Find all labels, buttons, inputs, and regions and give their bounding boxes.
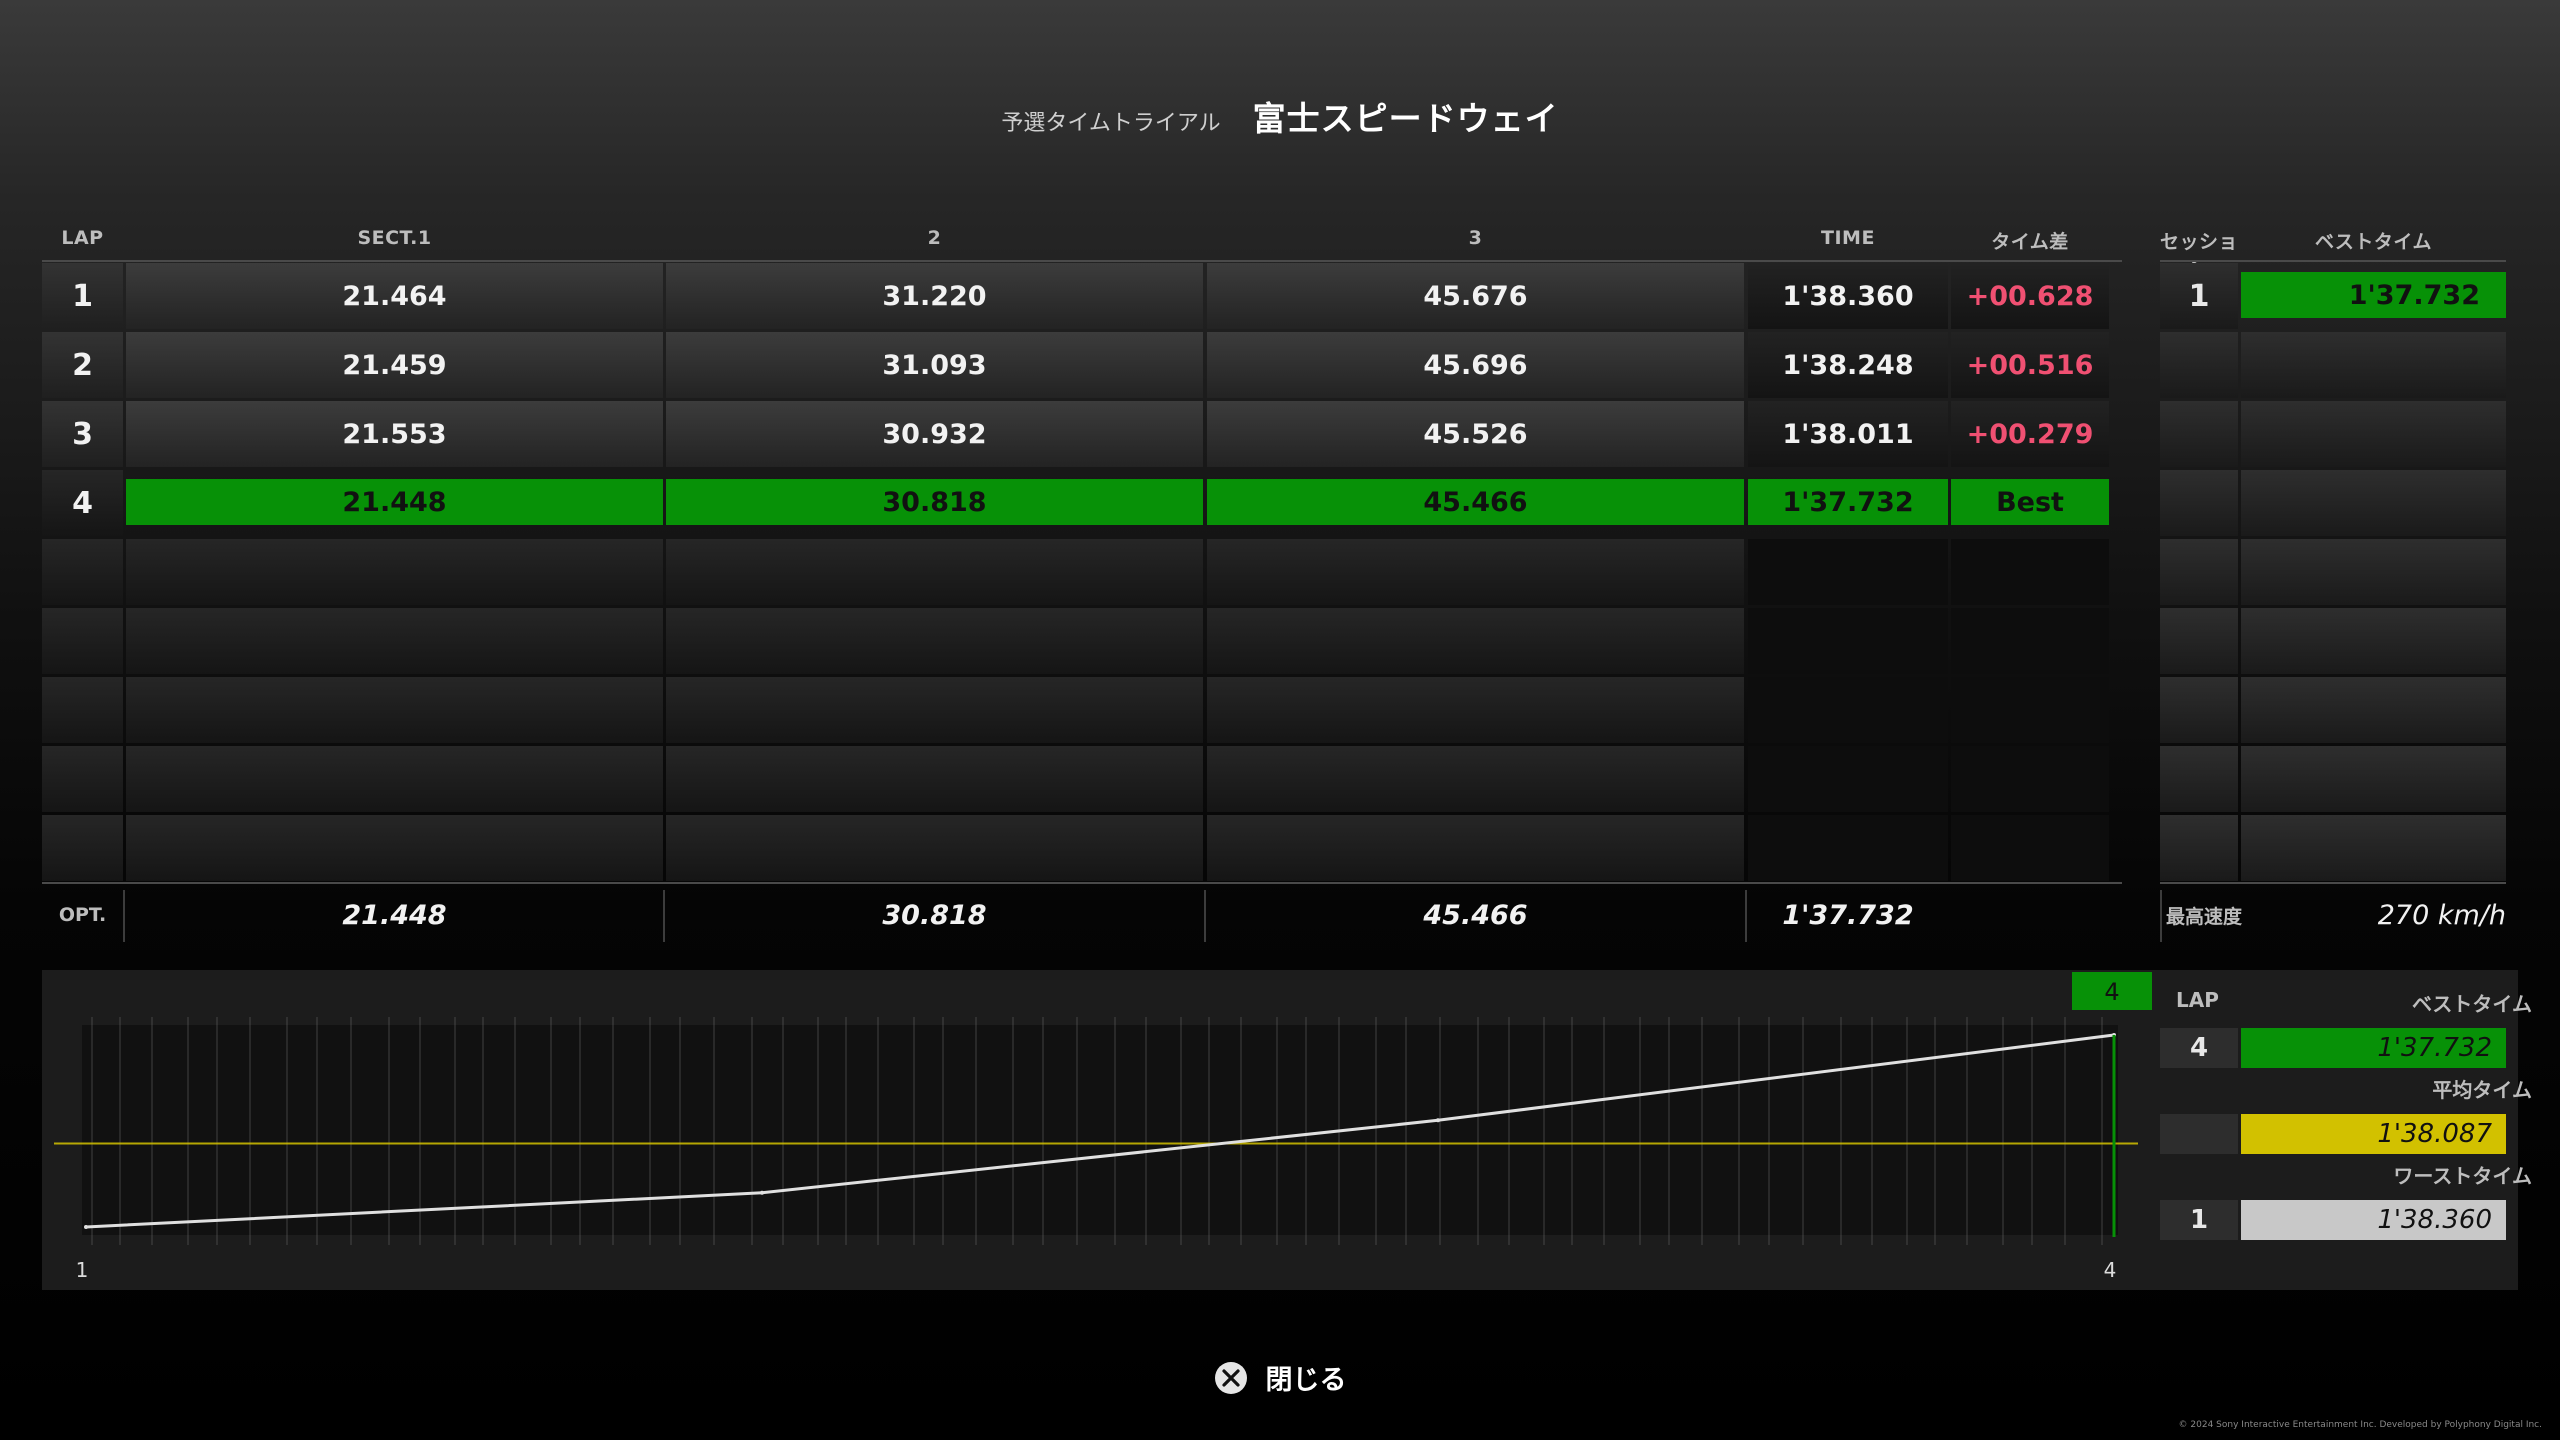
close-label: 閉じる bbox=[1265, 1365, 1347, 1396]
sector3-time: 45.676 bbox=[1207, 263, 1744, 329]
top-speed-label: 最高速度 bbox=[2166, 905, 2243, 928]
lap-time: 1'38.011 bbox=[1748, 401, 1948, 467]
optimal-sector1: 21.448 bbox=[342, 899, 447, 931]
x-axis-start-label: 1 bbox=[76, 1258, 89, 1282]
header-sector3: 3 bbox=[1468, 227, 1483, 249]
sector3-time: 45.526 bbox=[1207, 401, 1744, 467]
sector2-time: 30.818 bbox=[666, 479, 1203, 525]
lap-time: 1'38.360 bbox=[1748, 263, 1948, 329]
sector1-time: 21.553 bbox=[126, 401, 663, 467]
sector1-time: 21.448 bbox=[126, 479, 663, 525]
session-header-divider bbox=[2160, 260, 2506, 262]
copyright-notice: © 2024 Sony Interactive Entertainment In… bbox=[2178, 1420, 2542, 1430]
summary-worst-lap: 1 bbox=[2160, 1200, 2238, 1240]
lap-time: 1'37.732 bbox=[1748, 479, 1948, 525]
sector3-time: 45.696 bbox=[1207, 332, 1744, 398]
header-diff: タイム差 bbox=[1991, 231, 2069, 253]
header-lap: LAP bbox=[61, 227, 104, 249]
close-button[interactable]: 閉じる bbox=[0, 1358, 2560, 1397]
sector1-time: 21.464 bbox=[126, 263, 663, 329]
session-number: 1 bbox=[2160, 263, 2238, 329]
lap-time-point bbox=[84, 1225, 88, 1229]
sector2-time: 31.093 bbox=[666, 332, 1203, 398]
chart-plot-area bbox=[82, 1025, 2118, 1235]
optimal-sector3: 45.466 bbox=[1423, 899, 1528, 931]
cross-button-icon bbox=[1214, 1361, 1247, 1394]
lap-time-chart: 4 1 4 bbox=[54, 972, 2152, 1282]
lap-number: 2 bbox=[42, 332, 123, 398]
header-sector1: SECT.1 bbox=[357, 227, 432, 249]
sector2-time: 30.932 bbox=[666, 401, 1203, 467]
sector3-time: 45.466 bbox=[1207, 479, 1744, 525]
lap-number: 1 bbox=[42, 263, 123, 329]
lap-number: 3 bbox=[42, 401, 123, 467]
optimal-sector2: 30.818 bbox=[882, 899, 987, 931]
lap-number: 4 bbox=[42, 470, 123, 536]
optimal-label: OPT. bbox=[58, 904, 107, 926]
session-bottom-divider bbox=[2160, 882, 2506, 884]
summary-best-label: ベストタイム bbox=[2412, 992, 2532, 1016]
lap-time-diff: +00.279 bbox=[1951, 401, 2109, 467]
table-bottom-divider bbox=[42, 882, 2122, 884]
session-best-time: 1'37.732 bbox=[2241, 272, 2506, 318]
lap-time-diff: Best bbox=[1951, 479, 2109, 525]
sector1-time: 21.459 bbox=[126, 332, 663, 398]
summary-lap-label: LAP bbox=[2176, 988, 2219, 1012]
header-time: TIME bbox=[1821, 227, 1875, 249]
header-best-time: ベストタイム bbox=[2314, 231, 2432, 253]
page-title: 予選タイムトライアル 富士スピードウェイ bbox=[0, 92, 2560, 140]
lap-time-point bbox=[1436, 1118, 1440, 1123]
lap-graph-panel: 4 1 4 LAP ベストタイム 4 1'37.732 平均タイム 1'38.087… bbox=[42, 970, 2532, 1290]
lap-time: 1'38.248 bbox=[1748, 332, 1948, 398]
lap-time-point bbox=[760, 1190, 764, 1195]
summary-best-lap: 4 bbox=[2160, 1028, 2238, 1068]
top-speed-value: 270 km/h bbox=[2377, 899, 2506, 931]
header-divider bbox=[42, 260, 2122, 262]
x-axis-end-label: 4 bbox=[2104, 1258, 2117, 1282]
lap-times-screen: 予選タイムトライアル 富士スピードウェイ LAP SECT.1 2 3 TIME… bbox=[0, 0, 2560, 1440]
best-lap-marker-label: 4 bbox=[2104, 978, 2119, 1006]
summary-avg-time: 1'38.087 bbox=[2241, 1114, 2506, 1154]
summary-worst-time: 1'38.360 bbox=[2241, 1200, 2506, 1240]
lap-time-diff: +00.516 bbox=[1951, 332, 2109, 398]
sector2-time: 31.220 bbox=[666, 263, 1203, 329]
summary-best-time: 1'37.732 bbox=[2241, 1028, 2506, 1068]
mode-label: 予選タイムトライアル bbox=[1001, 111, 1221, 136]
optimal-lap-time: 1'37.732 bbox=[1782, 899, 1914, 931]
header-sector2: 2 bbox=[927, 227, 942, 249]
summary-avg-lap bbox=[2160, 1114, 2238, 1154]
summary-avg-label: 平均タイム bbox=[2432, 1078, 2532, 1102]
summary-worst-label: ワーストタイム bbox=[2393, 1164, 2532, 1188]
lap-time-diff: +00.628 bbox=[1951, 263, 2109, 329]
track-name: 富士スピードウェイ bbox=[1252, 99, 1559, 138]
